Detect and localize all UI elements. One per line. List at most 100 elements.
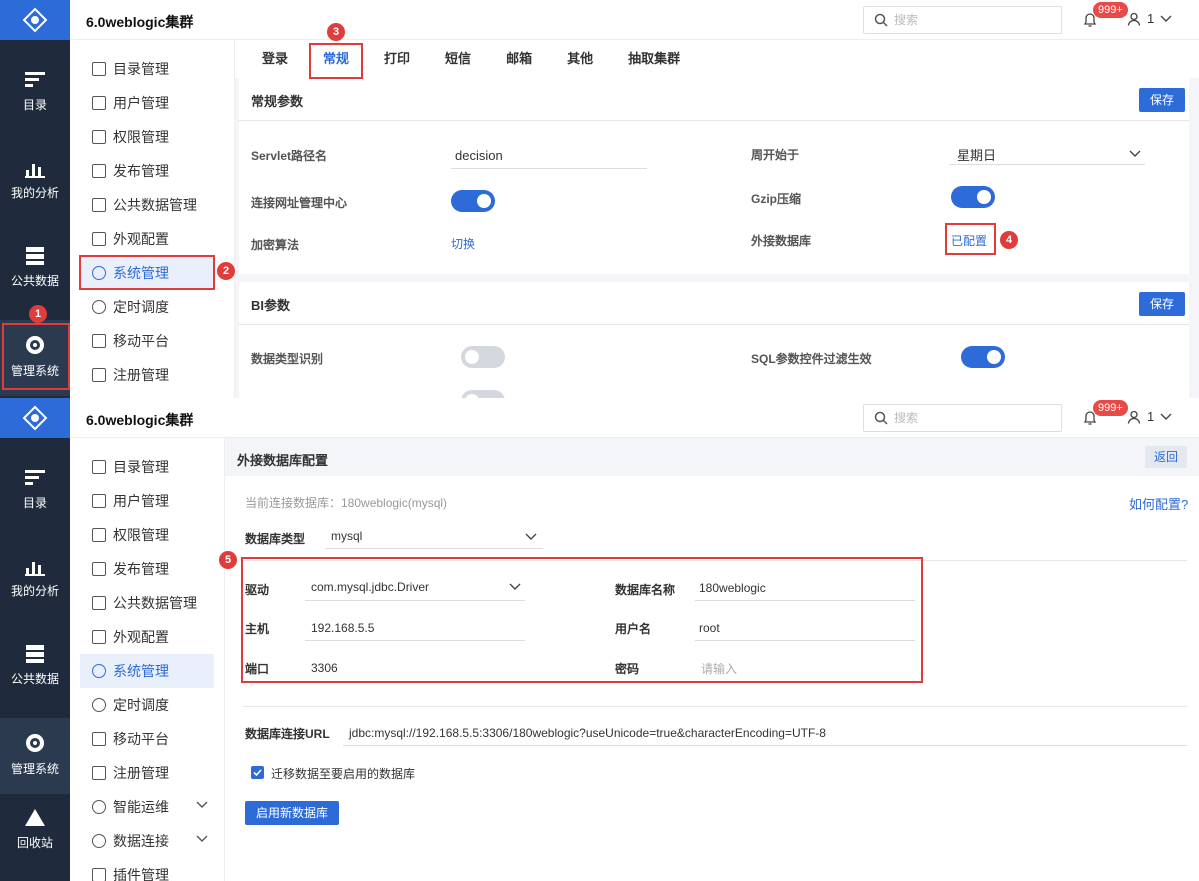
sidebar-item-appearance[interactable]: 外观配置 — [80, 222, 214, 256]
mobile-icon — [92, 334, 106, 348]
sidebar-item-mobile[interactable]: 移动平台 — [80, 722, 214, 756]
sidebar-item-publish[interactable]: 发布管理 — [80, 154, 214, 188]
app-logo[interactable] — [0, 398, 70, 438]
migrate-checkbox[interactable] — [251, 766, 264, 779]
sidebar-item-plugins[interactable]: 插件管理 — [80, 858, 214, 881]
sidebar-item-schedule[interactable]: 定时调度 — [80, 688, 214, 722]
user-icon — [92, 96, 106, 110]
database-icon — [26, 247, 44, 265]
rail-item-public-data[interactable]: 公共数据 — [0, 232, 70, 308]
chevron-down-icon — [1160, 15, 1172, 22]
enable-new-db-button[interactable]: 启用新数据库 — [245, 801, 339, 825]
sidebar-item-system[interactable]: 系统管理 — [80, 654, 214, 688]
type-detect-toggle[interactable] — [461, 346, 505, 368]
tab-login[interactable]: 登录 — [247, 40, 303, 78]
chevron-down-icon — [196, 835, 208, 842]
select-underline — [325, 548, 543, 549]
sidebar-item-mobile[interactable]: 移动平台 — [80, 324, 214, 358]
user-icon — [1127, 410, 1141, 424]
tab-extract-cluster[interactable]: 抽取集群 — [613, 40, 695, 78]
public-data-icon — [92, 596, 106, 610]
sidebar-item-public-data[interactable]: 公共数据管理 — [80, 188, 214, 222]
divider — [243, 706, 1187, 707]
sidebar-item-users[interactable]: 用户管理 — [80, 484, 214, 518]
shield-icon — [92, 528, 106, 542]
app-logo[interactable] — [0, 0, 70, 40]
gzip-toggle[interactable] — [951, 186, 995, 208]
gear-icon — [26, 734, 44, 752]
tab-other[interactable]: 其他 — [552, 40, 608, 78]
search-icon — [874, 411, 888, 425]
sidebar-item-appearance[interactable]: 外观配置 — [80, 620, 214, 654]
panel-external-db-config: 目录 我的分析 公共数据 管理系统 回收站 6.0weblogic集群 搜索 9… — [0, 398, 1199, 881]
rail-item-my-analysis[interactable]: 我的分析 — [0, 144, 70, 220]
sidebar-item-users[interactable]: 用户管理 — [80, 86, 214, 120]
back-button[interactable]: 返回 — [1145, 446, 1187, 468]
sidebar-item-data-connection[interactable]: 数据连接 — [80, 824, 214, 858]
publish-icon — [92, 164, 106, 178]
settings-tabs: 登录 常规 打印 短信 邮箱 其他 抽取集群 — [235, 40, 1199, 78]
sidebar: 目录管理 用户管理 权限管理 发布管理 公共数据管理 外观配置 系统管理 定时调… — [70, 438, 225, 881]
sidebar-item-catalog[interactable]: 目录管理 — [80, 52, 214, 86]
encrypt-label: 加密算法 — [251, 238, 300, 252]
sidebar-item-permissions[interactable]: 权限管理 — [80, 518, 214, 552]
db-type-select[interactable]: mysql — [331, 529, 362, 543]
encrypt-switch-link[interactable]: 切换 — [451, 235, 475, 252]
partial-toggle[interactable] — [461, 390, 505, 398]
step-marker: 3 — [327, 23, 345, 41]
tab-sms[interactable]: 短信 — [430, 40, 486, 78]
user-menu[interactable]: 1 — [1127, 11, 1172, 26]
rail-item-my-analysis[interactable]: 我的分析 — [0, 542, 70, 618]
sidebar-item-register[interactable]: 注册管理 — [80, 756, 214, 790]
sidebar-item-permissions[interactable]: 权限管理 — [80, 120, 214, 154]
rail-item-recycle-bin[interactable]: 回收站 — [0, 794, 70, 870]
clock-icon — [92, 300, 106, 314]
sidebar-item-ops[interactable]: 智能运维 — [80, 790, 214, 824]
rail-item-catalog[interactable]: 目录 — [0, 56, 70, 132]
servlet-label: Servlet路径名 — [251, 149, 328, 163]
notification-badge: 999+ — [1093, 2, 1128, 18]
week-start-label: 周开始于 — [751, 148, 800, 162]
rail-item-catalog[interactable]: 目录 — [0, 454, 70, 530]
tab-email[interactable]: 邮箱 — [491, 40, 547, 78]
search-input[interactable]: 搜索 — [863, 6, 1062, 34]
chevron-down-icon[interactable] — [1129, 150, 1141, 158]
cluster-title: 6.0weblogic集群 — [86, 412, 194, 428]
sidebar-item-schedule[interactable]: 定时调度 — [80, 290, 214, 324]
cluster-title: 6.0weblogic集群 — [86, 14, 194, 30]
sidebar-item-register[interactable]: 注册管理 — [80, 358, 214, 392]
catalog-icon — [92, 460, 106, 474]
sidebar-item-catalog[interactable]: 目录管理 — [80, 450, 214, 484]
servlet-input[interactable]: decision — [455, 148, 503, 163]
link-icon — [92, 834, 106, 848]
analysis-icon — [25, 164, 45, 178]
rail-item-public-data[interactable]: 公共数据 — [0, 630, 70, 706]
save-button[interactable]: 保存 — [1139, 88, 1185, 112]
user-menu[interactable]: 1 — [1127, 409, 1172, 424]
conn-center-toggle[interactable] — [451, 190, 495, 212]
sidebar-item-publish[interactable]: 发布管理 — [80, 552, 214, 586]
sql-filter-toggle[interactable] — [961, 346, 1005, 368]
page-title: 外接数据库配置 — [237, 453, 329, 468]
tab-print[interactable]: 打印 — [369, 40, 425, 78]
search-input[interactable]: 搜索 — [863, 404, 1062, 432]
clock-icon — [92, 698, 106, 712]
rail-item-management[interactable]: 管理系统 — [0, 718, 70, 794]
select-underline — [949, 164, 1145, 165]
url-input[interactable]: jdbc:mysql://192.168.5.5:3306/180weblogi… — [349, 726, 826, 740]
chevron-down-icon[interactable] — [525, 533, 537, 541]
chevron-down-icon — [196, 801, 208, 808]
external-db-label: 外接数据库 — [751, 234, 812, 248]
save-button[interactable]: 保存 — [1139, 292, 1185, 316]
sidebar-item-public-data[interactable]: 公共数据管理 — [80, 586, 214, 620]
catalog-icon — [25, 470, 45, 485]
how-to-configure-link[interactable]: 如何配置? — [1129, 494, 1188, 513]
step-marker: 5 — [219, 551, 237, 569]
highlight-box — [241, 557, 923, 683]
input-underline — [343, 745, 1187, 746]
highlight-box — [945, 223, 996, 255]
input-underline — [451, 168, 647, 169]
week-start-select[interactable]: 星期日 — [957, 145, 996, 164]
step-marker: 2 — [217, 262, 235, 280]
catalog-icon — [25, 72, 45, 87]
